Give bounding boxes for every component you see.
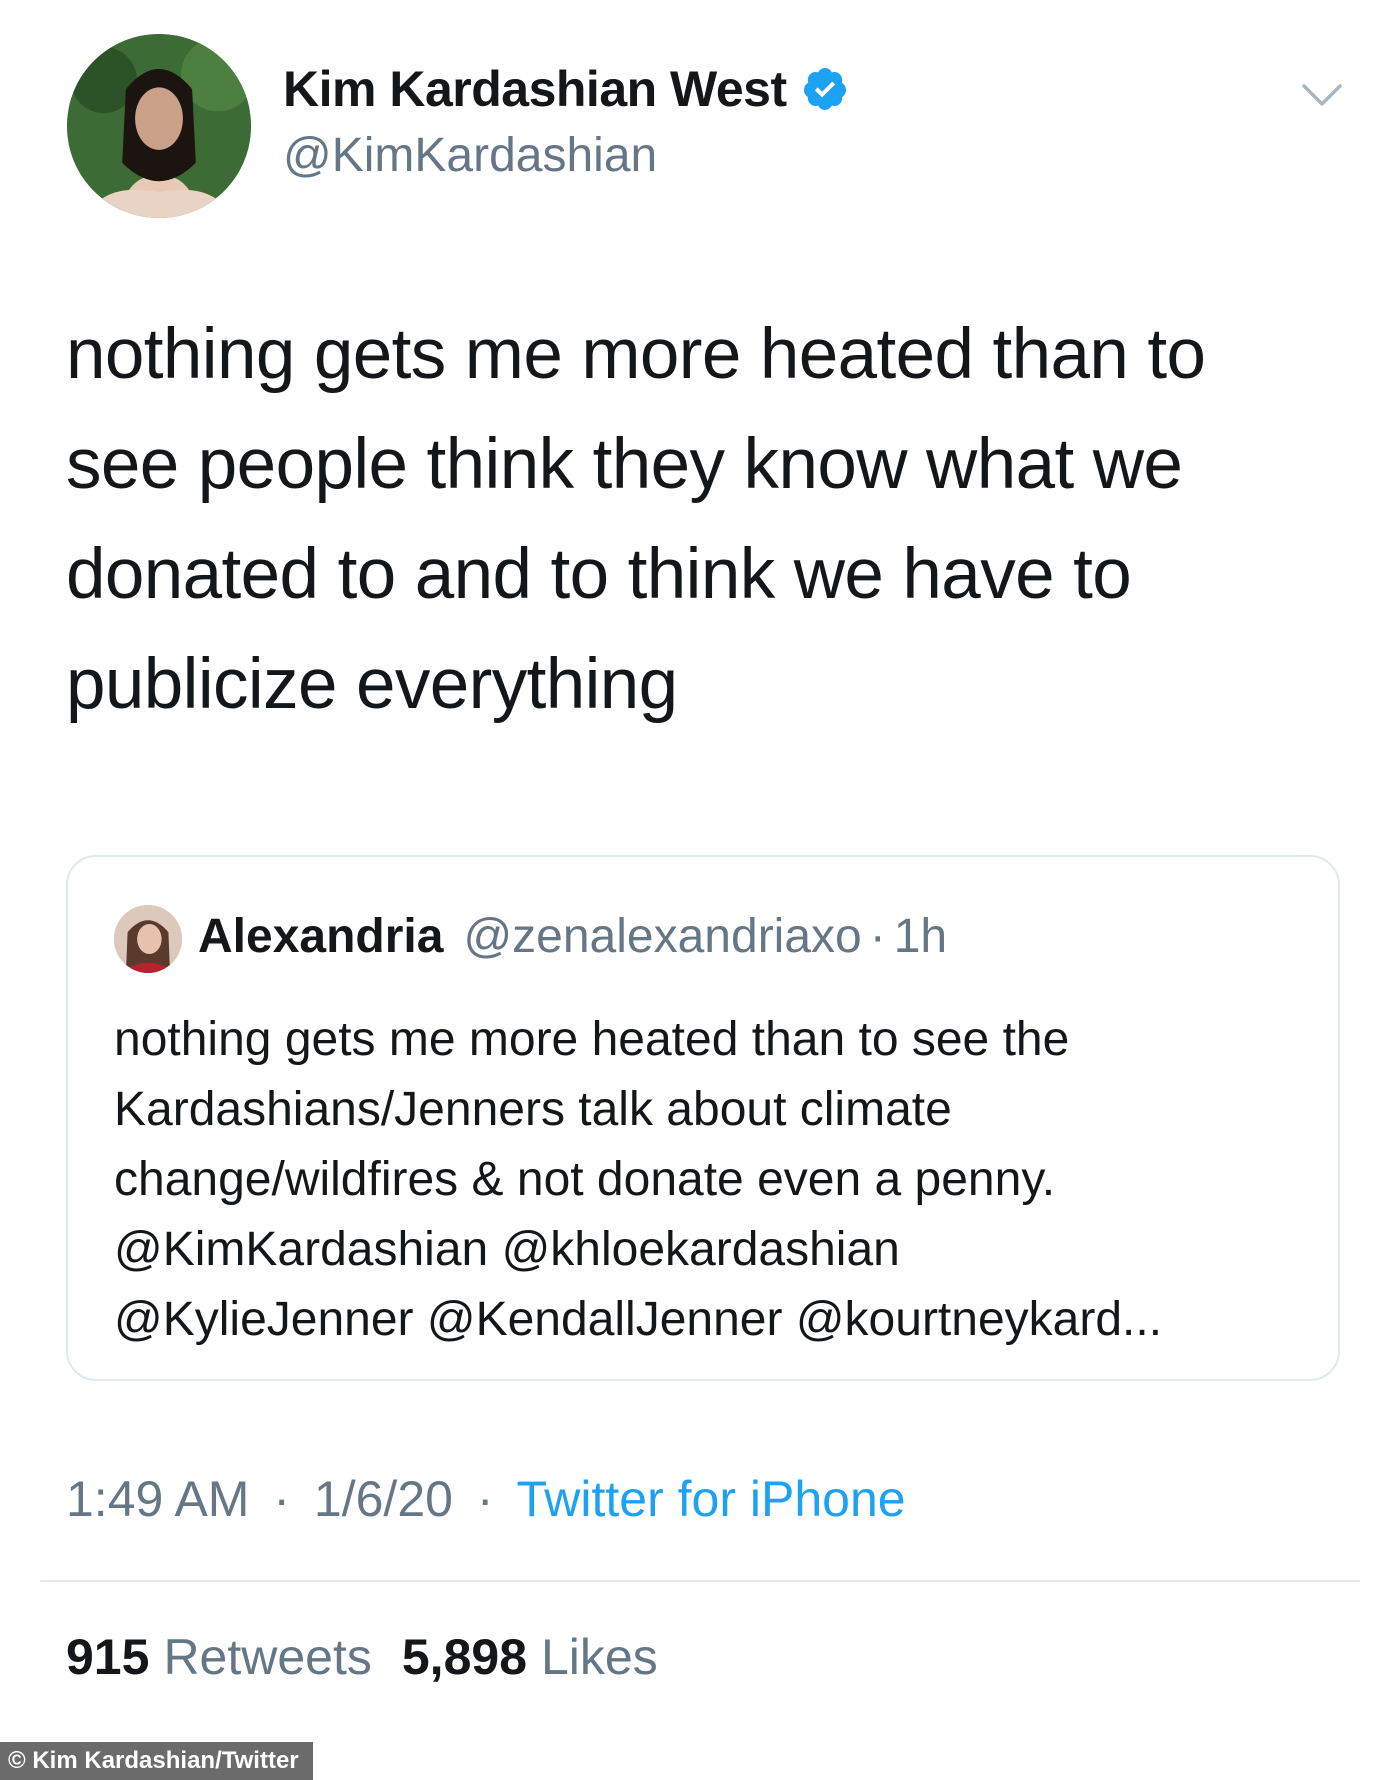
quoted-tweet-header: Alexandria @zenalexandriaxo · 1h — [198, 909, 947, 964]
quoted-text-line: change/wildfires & not donate even a pen… — [114, 1153, 1056, 1206]
author-display-name[interactable]: Kim Kardashian West — [283, 60, 849, 118]
tweet-stats: 915 Retweets 5,898 Likes — [66, 1628, 658, 1686]
quoted-author-handle[interactable]: @zenalexandriaxo — [463, 909, 861, 964]
tweet-time[interactable]: 1:49 AM — [66, 1471, 249, 1527]
quoted-text-line: @KylieJenner @KendallJenner @kourtneykar… — [114, 1293, 1163, 1346]
tweet-source-link[interactable]: Twitter for iPhone — [517, 1471, 906, 1527]
retweets-count: 915 — [66, 1629, 150, 1685]
quoted-author-name[interactable]: Alexandria — [198, 909, 443, 964]
quoted-text-line: Kardashians/Jenners talk about climate — [114, 1083, 952, 1136]
chevron-down-icon[interactable] — [1300, 80, 1344, 110]
likes-stat[interactable]: 5,898 Likes — [402, 1628, 658, 1686]
tweet-text-line: see people think they know what we — [66, 425, 1183, 504]
likes-label: Likes — [541, 1629, 658, 1685]
meta-separator: · — [476, 1471, 494, 1527]
quoted-tweet-card[interactable]: Alexandria @zenalexandriaxo · 1h nothing… — [66, 855, 1340, 1381]
quoted-tweet-text: nothing gets me more heated than to see … — [114, 1005, 1314, 1355]
quoted-author-avatar — [114, 905, 182, 973]
meta-separator: · — [273, 1471, 291, 1527]
divider — [40, 1580, 1360, 1582]
tweet-date[interactable]: 1/6/20 — [314, 1471, 453, 1527]
tweet-text-line: publicize everything — [66, 645, 678, 724]
display-name-text[interactable]: Kim Kardashian West — [283, 60, 787, 118]
tweet-text-line: donated to and to think we have to — [66, 535, 1132, 614]
likes-count: 5,898 — [401, 1629, 527, 1685]
retweets-label: Retweets — [163, 1629, 372, 1685]
retweets-stat[interactable]: 915 Retweets — [66, 1628, 372, 1686]
author-avatar[interactable] — [67, 34, 251, 218]
quoted-time: 1h — [893, 910, 948, 963]
author-handle[interactable]: @KimKardashian — [283, 128, 657, 183]
tweet-meta: 1:49 AM · 1/6/20 · Twitter for iPhone — [66, 1470, 906, 1528]
photo-credit: © Kim Kardashian/Twitter — [0, 1742, 313, 1780]
verified-badge-icon — [801, 65, 849, 113]
quoted-text-line: nothing gets me more heated than to see … — [114, 1013, 1070, 1066]
quoted-text-line: @KimKardashian @khloekardashian — [114, 1223, 900, 1276]
tweet-text: nothing gets me more heated than to see … — [66, 300, 1356, 740]
tweet-text-line: nothing gets me more heated than to — [66, 315, 1206, 394]
quoted-separator: · — [869, 910, 886, 963]
